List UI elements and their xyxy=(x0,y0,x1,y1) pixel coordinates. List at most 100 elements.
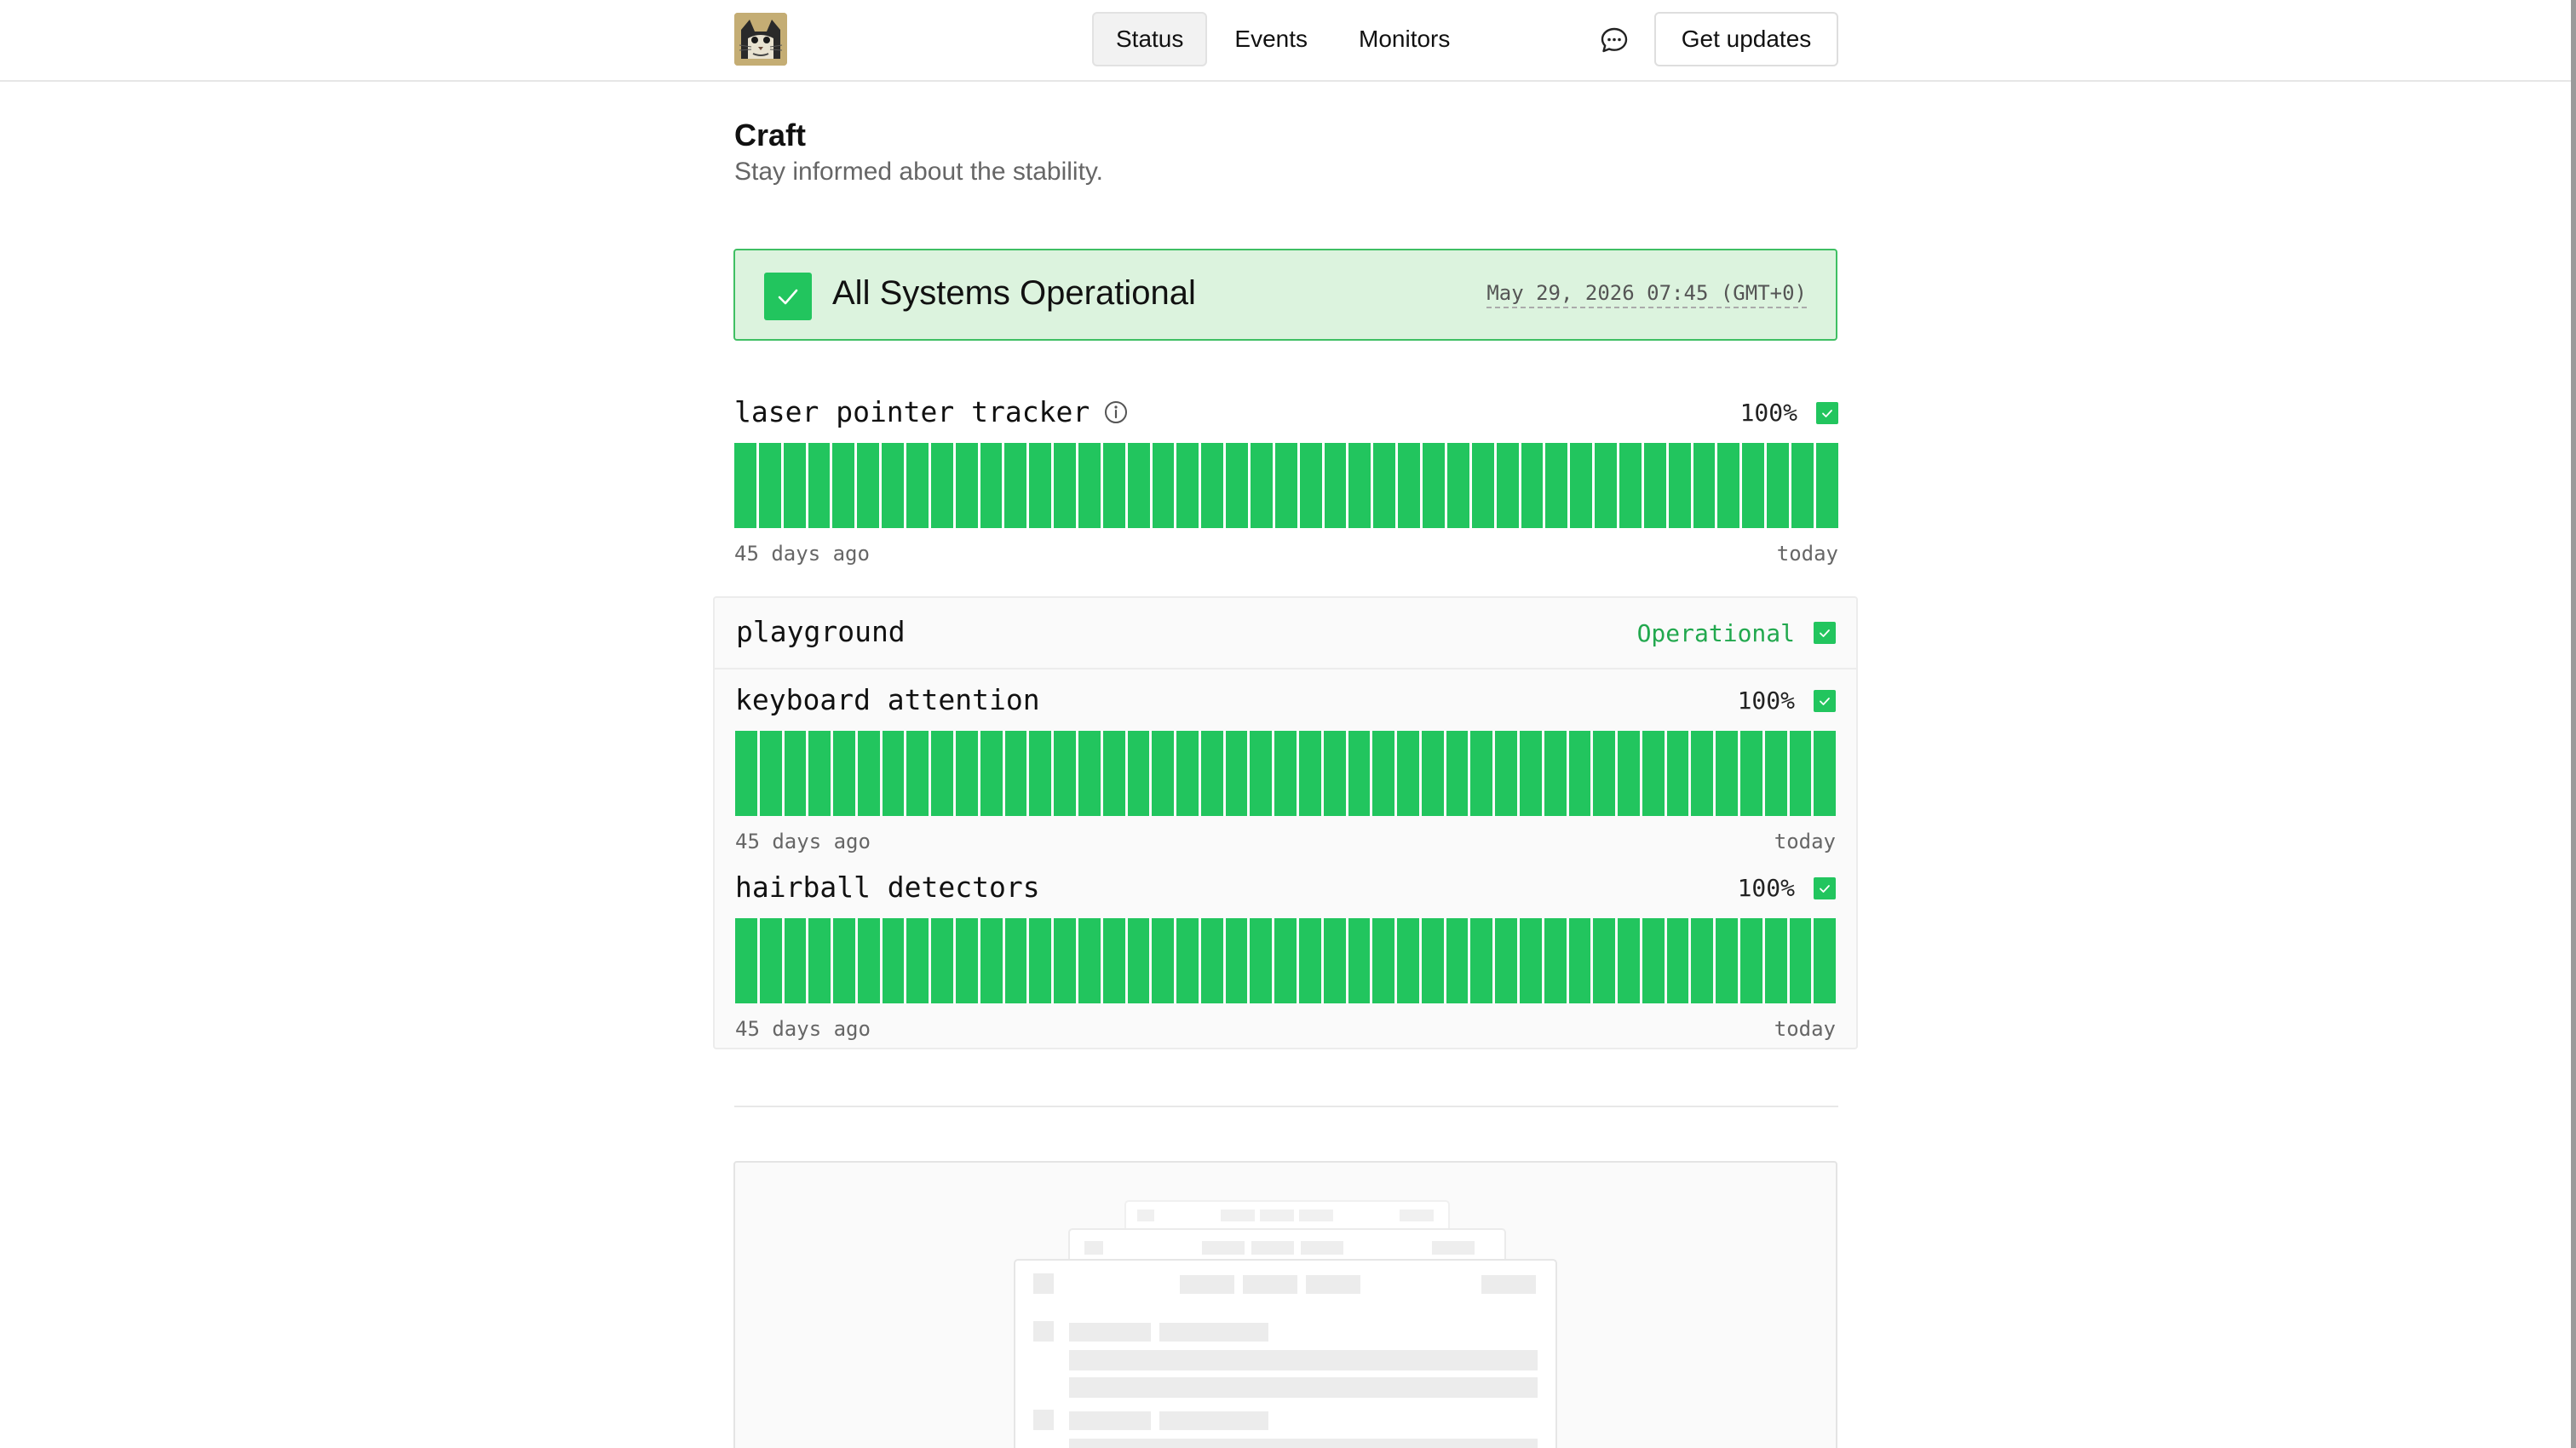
uptime-day-bar[interactable] xyxy=(1544,918,1567,1003)
uptime-day-bar[interactable] xyxy=(1323,918,1346,1003)
uptime-day-bar[interactable] xyxy=(956,918,978,1003)
group-header[interactable]: playground Operational xyxy=(715,598,1856,669)
uptime-day-bar[interactable] xyxy=(1595,443,1617,528)
uptime-day-bar[interactable] xyxy=(808,918,831,1003)
uptime-day-bar[interactable] xyxy=(1127,918,1150,1003)
uptime-day-bar[interactable] xyxy=(882,918,905,1003)
uptime-day-bar[interactable] xyxy=(1152,918,1175,1003)
banner-timestamp[interactable]: May 29, 2026 07:45 (GMT+0) xyxy=(1486,281,1807,308)
uptime-day-bar[interactable] xyxy=(808,731,831,816)
uptime-day-bar[interactable] xyxy=(1250,918,1273,1003)
uptime-day-bar[interactable] xyxy=(906,731,929,816)
chat-bubble-icon[interactable] xyxy=(1598,24,1630,56)
nav-monitors[interactable]: Monitors xyxy=(1335,12,1474,66)
uptime-day-bar[interactable] xyxy=(1716,731,1739,816)
uptime-day-bar[interactable] xyxy=(1618,731,1640,816)
uptime-day-bar[interactable] xyxy=(1764,731,1787,816)
uptime-day-bar[interactable] xyxy=(1495,918,1517,1003)
uptime-day-bar[interactable] xyxy=(759,918,782,1003)
uptime-day-bar[interactable] xyxy=(1004,731,1027,816)
uptime-day-bar[interactable] xyxy=(1814,731,1837,816)
uptime-day-bar[interactable] xyxy=(1520,731,1542,816)
scrollbar[interactable] xyxy=(2571,0,2576,1448)
uptime-day-bar[interactable] xyxy=(1791,443,1814,528)
uptime-day-bar[interactable] xyxy=(1545,443,1568,528)
uptime-day-bar[interactable] xyxy=(1789,918,1812,1003)
uptime-day-bar[interactable] xyxy=(759,731,782,816)
uptime-day-bar[interactable] xyxy=(1274,731,1297,816)
uptime-day-bar[interactable] xyxy=(980,731,1003,816)
uptime-day-bar[interactable] xyxy=(833,731,855,816)
uptime-day-bar[interactable] xyxy=(882,731,905,816)
uptime-day-bar[interactable] xyxy=(1767,443,1789,528)
uptime-day-bar[interactable] xyxy=(1421,918,1444,1003)
uptime-day-bar[interactable] xyxy=(1495,731,1517,816)
uptime-day-bar[interactable] xyxy=(783,443,806,528)
uptime-day-bar[interactable] xyxy=(1152,443,1175,528)
uptime-day-bar[interactable] xyxy=(1200,731,1223,816)
uptime-day-bar[interactable] xyxy=(882,443,905,528)
uptime-day-bar[interactable] xyxy=(1372,918,1395,1003)
uptime-day-bar[interactable] xyxy=(956,731,978,816)
uptime-day-bar[interactable] xyxy=(1102,443,1125,528)
uptime-day-bar[interactable] xyxy=(1764,918,1787,1003)
uptime-day-bar[interactable] xyxy=(1200,918,1223,1003)
uptime-day-bar[interactable] xyxy=(1029,918,1052,1003)
uptime-day-bar[interactable] xyxy=(1029,731,1052,816)
uptime-day-bar[interactable] xyxy=(1593,731,1616,816)
uptime-day-bar[interactable] xyxy=(1618,918,1640,1003)
uptime-day-bar[interactable] xyxy=(1348,443,1371,528)
uptime-day-bar[interactable] xyxy=(1298,918,1321,1003)
uptime-day-bar[interactable] xyxy=(1251,443,1273,528)
info-icon[interactable] xyxy=(1103,399,1129,425)
uptime-day-bar[interactable] xyxy=(1398,443,1421,528)
uptime-day-bar[interactable] xyxy=(1348,918,1371,1003)
uptime-day-bar[interactable] xyxy=(906,443,929,528)
uptime-day-bar[interactable] xyxy=(1544,731,1567,816)
uptime-day-bar[interactable] xyxy=(1693,443,1716,528)
uptime-day-bar[interactable] xyxy=(1470,918,1493,1003)
uptime-day-bar[interactable] xyxy=(1815,443,1838,528)
get-updates-button[interactable]: Get updates xyxy=(1654,12,1838,66)
uptime-day-bar[interactable] xyxy=(1814,918,1837,1003)
uptime-day-bar[interactable] xyxy=(1568,918,1591,1003)
uptime-day-bar[interactable] xyxy=(1152,731,1175,816)
uptime-day-bar[interactable] xyxy=(1717,443,1740,528)
uptime-day-bar[interactable] xyxy=(1078,731,1101,816)
uptime-day-bar[interactable] xyxy=(1619,443,1642,528)
uptime-day-bar[interactable] xyxy=(1225,918,1248,1003)
uptime-day-bar[interactable] xyxy=(784,731,807,816)
uptime-day-bar[interactable] xyxy=(1446,918,1469,1003)
uptime-day-bar[interactable] xyxy=(1298,731,1321,816)
uptime-day-bar[interactable] xyxy=(1521,443,1544,528)
uptime-day-bar[interactable] xyxy=(1323,731,1346,816)
uptime-day-bar[interactable] xyxy=(1225,731,1248,816)
uptime-day-bar[interactable] xyxy=(857,443,880,528)
uptime-day-bar[interactable] xyxy=(833,918,855,1003)
uptime-day-bar[interactable] xyxy=(734,443,756,528)
logo-icon[interactable] xyxy=(734,13,787,66)
nav-events[interactable]: Events xyxy=(1210,12,1331,66)
uptime-day-bar[interactable] xyxy=(1471,443,1494,528)
uptime-day-bar[interactable] xyxy=(735,731,757,816)
uptime-day-bar[interactable] xyxy=(1740,731,1762,816)
uptime-day-bar[interactable] xyxy=(1593,918,1616,1003)
uptime-day-bar[interactable] xyxy=(906,918,929,1003)
uptime-day-bar[interactable] xyxy=(1078,918,1101,1003)
uptime-day-bar[interactable] xyxy=(1274,443,1297,528)
uptime-day-bar[interactable] xyxy=(1716,918,1739,1003)
uptime-day-bar[interactable] xyxy=(1668,443,1691,528)
uptime-day-bar[interactable] xyxy=(1176,731,1199,816)
uptime-day-bar[interactable] xyxy=(1372,731,1395,816)
uptime-day-bar[interactable] xyxy=(1397,731,1419,816)
uptime-day-bar[interactable] xyxy=(1127,443,1150,528)
uptime-day-bar[interactable] xyxy=(1496,443,1519,528)
uptime-day-bar[interactable] xyxy=(1740,918,1762,1003)
uptime-day-bar[interactable] xyxy=(1397,918,1419,1003)
uptime-day-bar[interactable] xyxy=(1666,731,1689,816)
uptime-day-bar[interactable] xyxy=(1423,443,1445,528)
uptime-day-bar[interactable] xyxy=(1470,731,1493,816)
uptime-day-bar[interactable] xyxy=(1324,443,1347,528)
uptime-day-bar[interactable] xyxy=(1299,443,1322,528)
uptime-day-bar[interactable] xyxy=(1004,918,1027,1003)
